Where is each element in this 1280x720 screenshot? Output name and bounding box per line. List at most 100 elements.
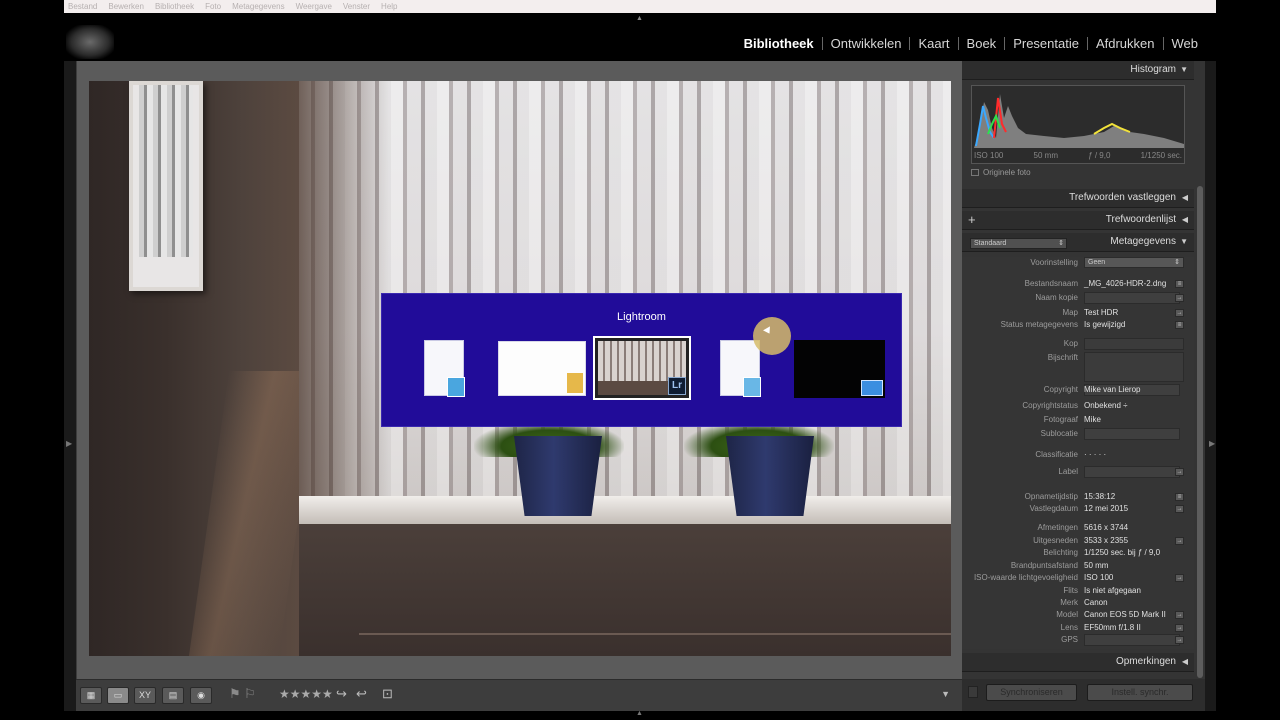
metadata-row: Bestandsnaam _MG_4026-HDR-2.dng ≡ (962, 278, 1194, 290)
metadata-row: Model Canon EOS 5D Mark II → (962, 609, 1194, 621)
menu-venster[interactable]: Venster (343, 2, 370, 11)
crop-overlay-icon[interactable]: ⊡ (382, 686, 393, 702)
switcher-title: Lightroom (617, 311, 666, 323)
panel-comments-header[interactable]: Opmerkingen ◀ (962, 653, 1194, 672)
expand-filmstrip-icon[interactable]: ▲ (636, 710, 643, 717)
module-afdrukken[interactable]: Afdrukken (1088, 36, 1163, 51)
auto-sync-toggle[interactable] (968, 686, 978, 698)
list-action-icon[interactable]: ≡ (1175, 280, 1184, 288)
metadata-row: Belichting 1/1250 sec. bij ƒ / 9,0 (962, 547, 1194, 559)
metadata-row: Flits Is niet afgegaan (962, 585, 1194, 597)
menu-metagegevens[interactable]: Metagegevens (232, 2, 284, 11)
metadata-row: Classificatie · · · · · (962, 449, 1194, 461)
metadata-label: Kop (1063, 339, 1078, 348)
copyright-status-select[interactable]: Onbekend ÷ (1084, 401, 1128, 410)
menu-bewerken[interactable]: Bewerken (108, 2, 144, 11)
arrow-action-icon[interactable]: → (1175, 624, 1184, 632)
arrow-action-icon[interactable]: → (1175, 537, 1184, 545)
list-action-icon[interactable]: ≡ (1175, 321, 1184, 329)
switcher-window-thumbnail[interactable] (794, 340, 885, 398)
toolbar-options-dropdown-icon[interactable]: ▼ (941, 689, 950, 699)
menu-help[interactable]: Help (381, 2, 397, 11)
loupe-view-icon[interactable]: ▭ (107, 687, 129, 704)
module-kaart[interactable]: Kaart (910, 36, 957, 51)
title-field[interactable] (1084, 338, 1184, 350)
metadata-value-photographer[interactable]: Mike (1084, 415, 1101, 424)
arrow-action-icon[interactable]: → (1175, 294, 1184, 302)
checkbox[interactable] (971, 169, 979, 176)
module-ontwikkelen[interactable]: Ontwikkelen (823, 36, 910, 51)
survey-view-icon[interactable]: ▤ (162, 687, 184, 704)
metadata-label: Fotograaf (1043, 415, 1078, 424)
rotate-left-icon[interactable]: ↪ (336, 686, 347, 702)
metadata-label: Belichting (1043, 548, 1078, 557)
gps-field[interactable] (1084, 634, 1180, 646)
list-action-icon[interactable]: ≡ (1175, 493, 1184, 501)
arrow-action-icon[interactable]: → (1175, 636, 1184, 644)
caption-field[interactable] (1084, 352, 1184, 382)
arrow-action-icon[interactable]: → (1175, 574, 1184, 582)
metadata-value-capture-time: 15:38:12 (1084, 492, 1116, 501)
histogram-info: ISO 100 50 mm ƒ / 9,0 1/1250 sec. (971, 151, 1185, 160)
module-bar: ▲ Bibliotheek Ontwikkelen Kaart Boek Pre… (64, 13, 1216, 61)
sync-button[interactable]: Synchroniseren (986, 684, 1077, 701)
arrow-action-icon[interactable]: → (1175, 468, 1184, 476)
menu-bibliotheek[interactable]: Bibliotheek (155, 2, 194, 11)
arrow-action-icon[interactable]: → (1175, 309, 1184, 317)
expand-left-panel-icon[interactable]: ▶ (66, 439, 72, 448)
sublocation-field[interactable] (1084, 428, 1180, 440)
collapse-right-panel-icon[interactable]: ▶ (1209, 439, 1215, 448)
label-field[interactable] (1084, 466, 1180, 478)
metadata-label: Model (1056, 610, 1078, 619)
metadata-preset-select[interactable]: Geen (1084, 257, 1184, 268)
module-bibliotheek[interactable]: Bibliotheek (736, 36, 822, 51)
metadata-row: Afmetingen 5616 x 3744 (962, 522, 1194, 534)
panel-keywording-header[interactable]: Trefwoorden vastleggen ◀ (962, 189, 1194, 208)
metadata-row: GPS → (962, 634, 1194, 646)
metadata-value-cropped: 3533 x 2355 (1084, 536, 1129, 545)
module-web[interactable]: Web (1164, 36, 1207, 51)
photo-preview[interactable]: Lightroom Lr (89, 81, 951, 656)
menu-foto[interactable]: Foto (205, 2, 221, 11)
original-photo-toggle[interactable]: Originele foto (971, 168, 1031, 177)
sync-settings-button[interactable]: Instell. synchr. (1087, 684, 1193, 701)
collapse-top-panel-icon[interactable]: ▲ (636, 15, 643, 22)
module-boek[interactable]: Boek (959, 36, 1005, 51)
arrow-action-icon[interactable]: → (1175, 505, 1184, 513)
copy-name-field[interactable] (1084, 292, 1180, 304)
add-keyword-icon[interactable]: + (968, 212, 976, 227)
photo-windowsill (299, 496, 951, 524)
metadata-value-filename[interactable]: _MG_4026-HDR-2.dng (1084, 279, 1166, 288)
metadata-row: Fotograaf Mike (962, 414, 1194, 426)
rating-dots[interactable]: · · · · · (1084, 450, 1106, 459)
metadata-label: Bestandsnaam (1024, 279, 1078, 288)
photo-curtain (299, 81, 951, 501)
star-rating[interactable]: ★★★★★ (279, 687, 333, 701)
rotate-right-icon[interactable]: ↩ (356, 686, 367, 702)
metadata-row: Uitgesneden 3533 x 2355 → (962, 535, 1194, 547)
metadata-row: Brandpuntsafstand 50 mm (962, 560, 1194, 572)
metadata-label: Afmetingen (1037, 523, 1078, 532)
people-view-icon[interactable]: ◉ (190, 687, 212, 704)
switcher-window-thumbnail-lightroom[interactable]: Lr (593, 336, 691, 400)
switcher-window-thumbnail[interactable] (498, 341, 586, 396)
panel-title: Metagegevens (1110, 236, 1176, 247)
grid-view-icon[interactable]: ▦ (80, 687, 102, 704)
metadata-set-select[interactable]: Standaard (970, 238, 1067, 249)
metadata-row: Sublocatie (962, 428, 1194, 440)
switcher-window-thumbnail[interactable] (720, 340, 761, 397)
right-panel-scrollbar[interactable] (1197, 186, 1203, 678)
photo-cabinet (299, 524, 951, 656)
arrow-action-icon[interactable]: → (1175, 611, 1184, 619)
flag-reject-icon[interactable]: ⚐ (244, 686, 256, 702)
panel-title: Trefwoordenlijst (1105, 214, 1176, 225)
menu-bestand[interactable]: Bestand (68, 2, 97, 11)
module-presentatie[interactable]: Presentatie (1005, 36, 1087, 51)
switcher-window-thumbnail[interactable] (424, 340, 465, 397)
flag-pick-icon[interactable]: ⚑ (229, 686, 241, 702)
metadata-label: Merk (1060, 598, 1078, 607)
menu-weergave[interactable]: Weergave (296, 2, 332, 11)
panel-histogram-header[interactable]: Histogram ▼ (962, 61, 1194, 80)
panel-keyword-list-header[interactable]: + Trefwoordenlijst ◀ (962, 211, 1194, 230)
compare-view-icon[interactable]: XY (134, 687, 156, 704)
